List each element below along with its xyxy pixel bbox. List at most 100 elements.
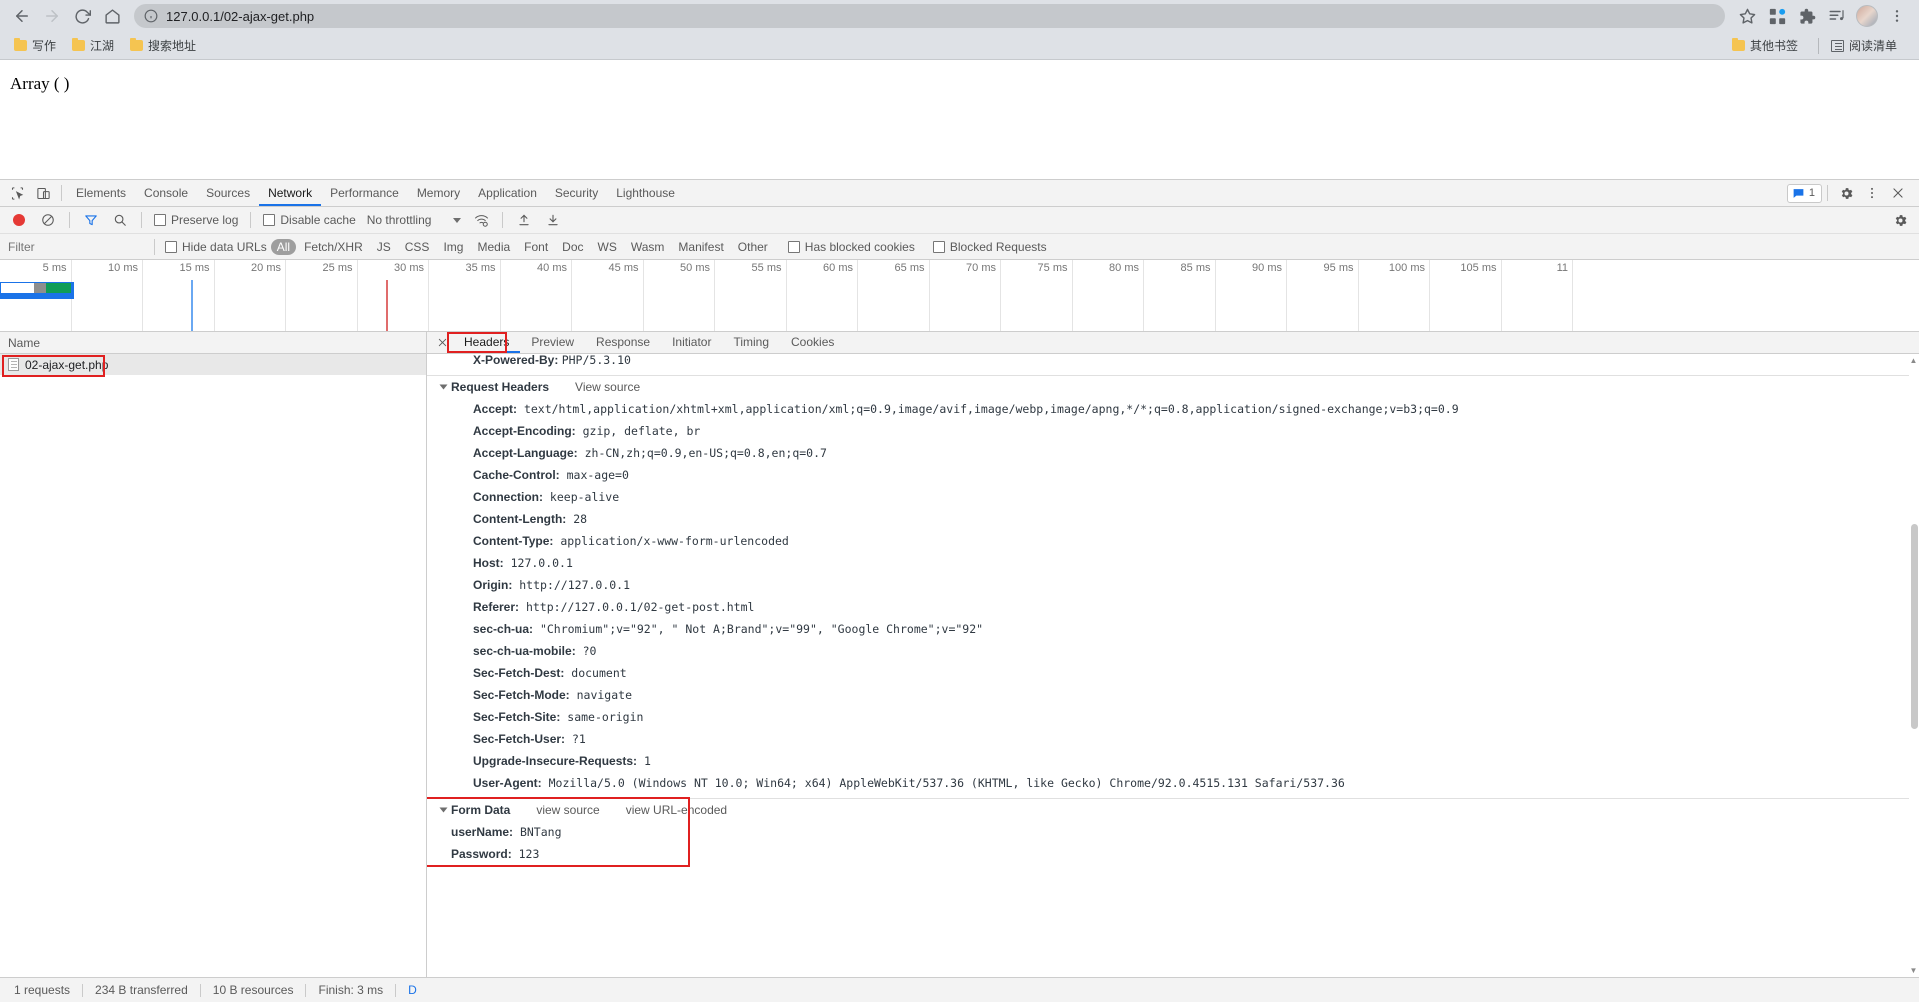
apps-grid-icon[interactable] (1763, 2, 1791, 30)
reload-icon[interactable] (68, 2, 96, 30)
extensions-puzzle-icon[interactable] (1793, 2, 1821, 30)
header-value: http://127.0.0.1 (512, 578, 631, 592)
tab-application[interactable]: Application (469, 180, 546, 206)
header-name: User-Agent: (473, 776, 542, 790)
tab-memory[interactable]: Memory (408, 180, 469, 206)
form-data-list: userName: BNTang Password: 123 (427, 821, 1919, 865)
site-info-icon[interactable] (144, 9, 158, 23)
divider (141, 212, 142, 228)
resource-type-js[interactable]: JS (371, 239, 397, 255)
bookmark-item-0[interactable]: 写作 (10, 35, 64, 56)
network-filter-bar: Hide data URLs All Fetch/XHR JS CSS Img … (0, 234, 1919, 260)
view-source-link[interactable]: view source (536, 803, 599, 817)
import-har-icon[interactable] (511, 208, 537, 232)
preserve-log-checkbox[interactable]: Preserve log (150, 213, 242, 227)
home-icon[interactable] (98, 2, 126, 30)
inspect-element-icon[interactable] (4, 181, 30, 205)
detail-scrollbar[interactable]: ▲ ▼ (1909, 354, 1919, 977)
avatar[interactable] (1853, 2, 1881, 30)
reading-list-button[interactable]: 阅读清单 (1827, 35, 1905, 56)
resource-type-ws[interactable]: WS (592, 239, 623, 255)
header-name: sec-ch-ua: (473, 622, 534, 636)
header-value: 127.0.0.1 (503, 556, 573, 570)
header-line: Upgrade-Insecure-Requests: 1 (427, 750, 1919, 772)
scroll-down-icon[interactable]: ▼ (1909, 966, 1918, 975)
media-list-icon[interactable] (1823, 2, 1851, 30)
request-list-header[interactable]: Name (0, 332, 426, 354)
tab-lighthouse[interactable]: Lighthouse (607, 180, 684, 206)
filter-funnel-icon[interactable] (78, 208, 104, 232)
search-icon[interactable] (107, 208, 133, 232)
tab-console[interactable]: Console (135, 180, 197, 206)
gear-icon[interactable] (1833, 181, 1859, 205)
header-line: Accept: text/html,application/xhtml+xml,… (427, 398, 1919, 420)
scroll-up-icon[interactable]: ▲ (1909, 356, 1918, 365)
headers-content[interactable]: X-Powered-By: PHP/5.3.10 Request Headers… (427, 354, 1919, 977)
network-conditions-icon[interactable] (468, 208, 494, 232)
header-value: PHP/5.3.10 (561, 354, 631, 367)
export-har-icon[interactable] (540, 208, 566, 232)
request-headers-section-title[interactable]: Request Headers View source (427, 376, 1919, 398)
network-settings-icon[interactable] (1887, 208, 1913, 232)
request-name: 02-ajax-get.php (25, 357, 109, 372)
resource-type-manifest[interactable]: Manifest (672, 239, 729, 255)
tab-network[interactable]: Network (259, 180, 322, 206)
resource-type-img[interactable]: Img (437, 239, 469, 255)
disable-cache-checkbox[interactable]: Disable cache (259, 213, 359, 227)
throttling-select[interactable]: No throttling (363, 213, 466, 227)
resource-type-css[interactable]: CSS (399, 239, 436, 255)
resource-type-media[interactable]: Media (471, 239, 516, 255)
header-line: Sec-Fetch-Dest: document (427, 662, 1919, 684)
forward-icon[interactable] (38, 2, 66, 30)
resource-type-other[interactable]: Other (732, 239, 774, 255)
detail-tab-cookies[interactable]: Cookies (780, 332, 845, 353)
bookmark-star-icon[interactable] (1733, 2, 1761, 30)
chrome-menu-icon[interactable] (1883, 2, 1911, 30)
other-bookmarks-button[interactable]: 其他书签 (1728, 35, 1806, 56)
resource-type-fetch-xhr[interactable]: Fetch/XHR (298, 239, 369, 255)
preserve-log-label: Preserve log (171, 213, 239, 227)
device-toolbar-icon[interactable] (30, 181, 56, 205)
view-source-link[interactable]: View source (575, 380, 640, 394)
form-data-section: Form Data view source view URL-encoded u… (427, 797, 1919, 867)
header-name: Cache-Control: (473, 468, 560, 482)
bookmark-item-2[interactable]: 搜索地址 (126, 35, 204, 56)
resource-type-wasm[interactable]: Wasm (625, 239, 671, 255)
detail-tab-preview[interactable]: Preview (520, 332, 585, 353)
header-line: Host: 127.0.0.1 (427, 552, 1919, 574)
divider (1827, 185, 1828, 201)
header-value: document (564, 666, 627, 680)
tab-performance[interactable]: Performance (321, 180, 408, 206)
blocked-requests-checkbox[interactable]: Blocked Requests (929, 240, 1051, 254)
tab-security[interactable]: Security (546, 180, 607, 206)
header-value: keep-alive (543, 490, 620, 504)
resource-type-doc[interactable]: Doc (556, 239, 589, 255)
console-messages-badge[interactable]: 1 (1786, 183, 1822, 203)
detail-tab-headers[interactable]: Headers (453, 332, 521, 353)
detail-tab-timing[interactable]: Timing (722, 332, 780, 353)
record-button[interactable] (6, 208, 32, 232)
tab-sources[interactable]: Sources (197, 180, 259, 206)
detail-tab-response[interactable]: Response (585, 332, 661, 353)
back-icon[interactable] (8, 2, 36, 30)
bookmark-item-1[interactable]: 江湖 (68, 35, 122, 56)
hide-data-urls-checkbox[interactable]: Hide data URLs (161, 240, 271, 254)
header-value: text/html,application/xhtml+xml,applicat… (517, 402, 1459, 416)
address-bar[interactable]: 127.0.0.1/02-ajax-get.php (134, 4, 1725, 28)
view-url-encoded-link[interactable]: view URL-encoded (626, 803, 727, 817)
form-data-section-title[interactable]: Form Data view source view URL-encoded (427, 799, 1919, 821)
status-domcontentloaded: D (408, 983, 417, 997)
close-icon[interactable] (1885, 181, 1911, 205)
close-detail-icon[interactable] (433, 334, 451, 352)
clear-icon[interactable] (35, 208, 61, 232)
has-blocked-cookies-checkbox[interactable]: Has blocked cookies (784, 240, 919, 254)
network-overview-timeline[interactable]: 5 ms 10 ms 15 ms 20 ms 25 ms 30 ms 35 ms 40 ms 4… (0, 260, 1919, 332)
filter-input[interactable] (0, 236, 150, 257)
tab-elements[interactable]: Elements (67, 180, 135, 206)
scrollbar-thumb[interactable] (1911, 524, 1918, 729)
resource-type-all[interactable]: All (270, 238, 297, 255)
devtools-menu-icon[interactable] (1859, 181, 1885, 205)
detail-tab-initiator[interactable]: Initiator (661, 332, 722, 353)
resource-type-font[interactable]: Font (518, 239, 554, 255)
table-row[interactable]: 02-ajax-get.php (0, 354, 426, 375)
